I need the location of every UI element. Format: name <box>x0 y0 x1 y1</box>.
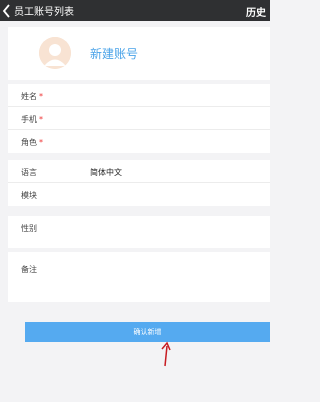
language-field[interactable]: 语言 简体中文 <box>8 160 270 183</box>
confirm-add-button[interactable]: 确认新增 <box>25 322 270 342</box>
settings-fields-group: 语言 简体中文 模块 <box>8 160 270 206</box>
role-field[interactable]: 角色 * <box>8 130 270 153</box>
gender-row: 性别 <box>8 216 270 248</box>
avatar[interactable] <box>39 37 71 69</box>
remark-row: 备注 <box>8 252 270 302</box>
arrow-annotation-icon <box>161 341 171 367</box>
new-account-title: 新建账号 <box>90 47 139 61</box>
back-label: 员工账号列表 <box>14 7 74 18</box>
required-fields-group: 姓名 * 手机 * 角色 * <box>8 84 270 153</box>
field-label: 语言 <box>21 168 37 177</box>
field-label: 姓名 * <box>21 92 43 101</box>
field-label: 角色 * <box>21 138 43 147</box>
field-label: 模块 <box>21 191 37 200</box>
remark-field[interactable]: 备注 <box>8 252 270 302</box>
name-field[interactable]: 姓名 * <box>8 84 270 107</box>
user-avatar-icon <box>39 37 71 69</box>
module-field[interactable]: 模块 <box>8 183 270 206</box>
field-label: 性别 <box>21 224 37 233</box>
phone-field[interactable]: 手机 * <box>8 107 270 130</box>
back-button[interactable]: 员工账号列表 <box>2 2 92 19</box>
field-label: 备注 <box>21 265 37 274</box>
chevron-left-icon <box>2 3 10 18</box>
language-value: 简体中文 <box>90 168 122 177</box>
profile-header: 新建账号 <box>8 27 270 80</box>
top-navigation-bar: 员工账号列表 历史 <box>0 0 270 21</box>
history-button[interactable]: 历史 <box>246 4 266 19</box>
field-label: 手机 * <box>21 115 43 124</box>
gender-field[interactable]: 性别 <box>8 216 270 248</box>
